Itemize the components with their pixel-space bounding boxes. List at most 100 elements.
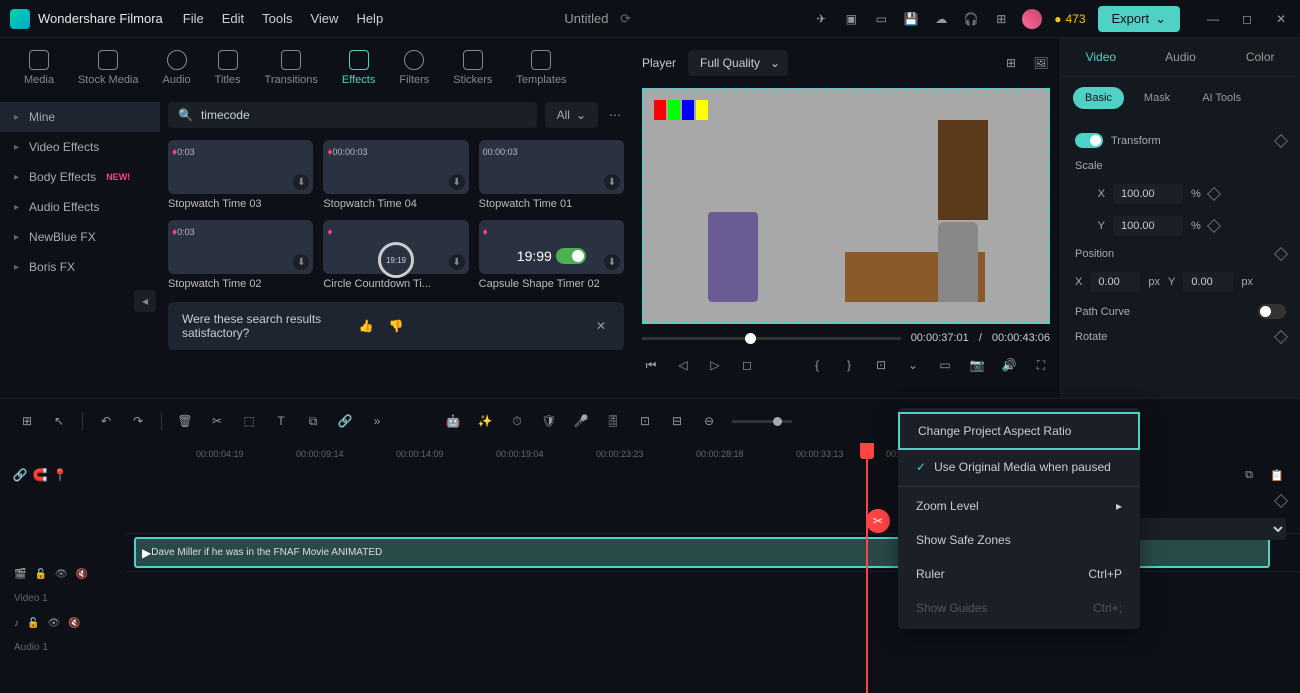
volume-icon[interactable]: 🔊 [1000,356,1018,374]
cloud-icon[interactable]: ⟳ [620,11,631,26]
effect-card[interactable]: ♦0:03⬇Stopwatch Time 03 [168,140,313,210]
sidebar-item-mine[interactable]: ▸Mine [0,102,160,132]
group-icon[interactable]: ⊡ [636,412,654,430]
undo-icon[interactable]: ↶ [97,412,115,430]
mute-icon[interactable]: 🔇 [68,618,80,629]
copy-icon[interactable]: ⧉ [1240,466,1258,484]
effect-card[interactable]: ♦19:19⬇Circle Countdown Ti... [323,220,468,290]
rtab-audio[interactable]: Audio [1141,38,1221,76]
maximize-icon[interactable]: ◻ [1238,10,1256,28]
bracket-left-icon[interactable]: { [808,356,826,374]
link-icon[interactable]: 🔗 [14,469,26,481]
layout-icon[interactable]: ⊞ [18,412,36,430]
keyframe-icon[interactable] [1207,187,1221,201]
ctx-zoom-level[interactable]: Zoom Level▸ [898,489,1140,523]
sidebar-item-audio-effects[interactable]: ▸Audio Effects [0,192,160,222]
redo-icon[interactable]: ↷ [129,412,147,430]
keyframe-icon[interactable] [1274,330,1288,344]
path-toggle[interactable] [1258,304,1286,319]
tab-transitions[interactable]: Transitions [255,46,328,90]
tab-stickers[interactable]: Stickers [443,46,502,90]
display-settings-icon[interactable]: ▭ [936,356,954,374]
fullscreen-icon[interactable]: ⛶ [1032,356,1050,374]
prev-frame-icon[interactable]: ⏮ [642,356,660,374]
bracket-right-icon[interactable]: } [840,356,858,374]
visibility-icon[interactable]: 👁 [55,569,68,580]
apps-icon[interactable]: ⊞ [992,10,1010,28]
rtab-color[interactable]: Color [1220,38,1300,76]
download-icon[interactable]: ⬇ [449,254,465,270]
zoom-out-icon[interactable]: ⊖ [700,412,718,430]
lock-icon[interactable]: 🔓 [27,618,39,629]
record-icon[interactable]: ▣ [842,10,860,28]
cloud-upload-icon[interactable]: ☁ [932,10,950,28]
menu-file[interactable]: File [183,11,204,26]
audio-track-header[interactable]: ♪ 🔓 👁 🔇 [0,604,126,642]
paste-icon[interactable]: 📋 [1268,466,1286,484]
speed-icon[interactable]: ⏱ [508,412,526,430]
filter-dropdown[interactable]: All⌄ [545,102,598,128]
effect-card[interactable]: ♦0:03⬇Stopwatch Time 02 [168,220,313,290]
play-icon[interactable]: ▷ [706,356,724,374]
ctx-change-aspect[interactable]: Change Project Aspect Ratio [898,412,1140,450]
tab-audio[interactable]: Audio [153,46,201,90]
tab-stock-media[interactable]: Stock Media [68,46,149,90]
chevron-down-icon[interactable]: ⌄ [904,356,922,374]
menu-view[interactable]: View [310,11,338,26]
ctx-ruler[interactable]: RulerCtrl+P [898,557,1140,591]
link-icon[interactable]: 🔗 [336,412,354,430]
transform-toggle[interactable] [1075,133,1103,148]
mute-icon[interactable]: 🔇 [76,569,88,580]
ctx-use-original[interactable]: ✓Use Original Media when paused [898,450,1140,484]
grid-view-icon[interactable]: ⊞ [1002,54,1020,72]
text-icon[interactable]: T [272,412,290,430]
tab-effects[interactable]: Effects [332,46,385,90]
split-icon[interactable]: ⊟ [668,412,686,430]
snapshot-icon[interactable]: 📷 [968,356,986,374]
marker-icon[interactable]: 📍 [54,469,66,481]
menu-edit[interactable]: Edit [222,11,244,26]
minimize-icon[interactable]: — [1204,10,1222,28]
sidebar-item-boris[interactable]: ▸Boris FX [0,252,160,282]
sidebar-item-video-effects[interactable]: ▸Video Effects [0,132,160,162]
more-icon[interactable]: ⋯ [606,106,624,124]
preview-scrubber[interactable] [642,337,901,340]
tab-filters[interactable]: Filters [389,46,439,90]
stop-icon[interactable]: ◻ [738,356,756,374]
thumbs-up-icon[interactable]: 👍 [357,317,375,335]
keyframe-icon[interactable] [1274,247,1288,261]
marker-icon[interactable]: ⊡ [872,356,890,374]
delete-icon[interactable]: 🗑 [176,412,194,430]
close-icon[interactable]: ✕ [592,317,610,335]
play-backward-icon[interactable]: ◁ [674,356,692,374]
tab-media[interactable]: Media [14,46,64,90]
cut-icon[interactable]: ✂ [208,412,226,430]
menu-tools[interactable]: Tools [262,11,292,26]
scale-y-input[interactable] [1113,216,1183,236]
scale-x-input[interactable] [1113,184,1183,204]
copy-icon[interactable]: ⧉ [304,412,322,430]
ai-icon[interactable]: 🤖 [444,412,462,430]
credits[interactable]: ● 473 [1054,12,1085,26]
mixer-icon[interactable]: 🎚 [604,412,622,430]
tab-titles[interactable]: Titles [205,46,251,90]
save-icon[interactable]: 💾 [902,10,920,28]
download-icon[interactable]: ⬇ [293,174,309,190]
collapse-sidebar-button[interactable]: ◂ [134,290,156,312]
picture-icon[interactable]: 🖼 [1032,54,1050,72]
tab-templates[interactable]: Templates [506,46,576,90]
playhead[interactable] [866,443,868,693]
menu-help[interactable]: Help [356,11,383,26]
pos-y-input[interactable] [1183,272,1233,292]
subtab-ai[interactable]: AI Tools [1190,87,1253,109]
keyframe-icon[interactable] [1274,494,1288,508]
crop-icon[interactable]: ⬚ [240,412,258,430]
avatar[interactable] [1022,9,1042,29]
enhance-icon[interactable]: ✨ [476,412,494,430]
pos-x-input[interactable] [1090,272,1140,292]
effect-card[interactable]: 00:00:03⬇Stopwatch Time 01 [479,140,624,210]
download-icon[interactable]: ⬇ [449,174,465,190]
search-input-container[interactable]: 🔍 [168,102,537,128]
magnet-icon[interactable]: 🧲 [34,469,46,481]
video-track-header[interactable]: 🎬 🔓 👁 🔇 [0,555,126,593]
